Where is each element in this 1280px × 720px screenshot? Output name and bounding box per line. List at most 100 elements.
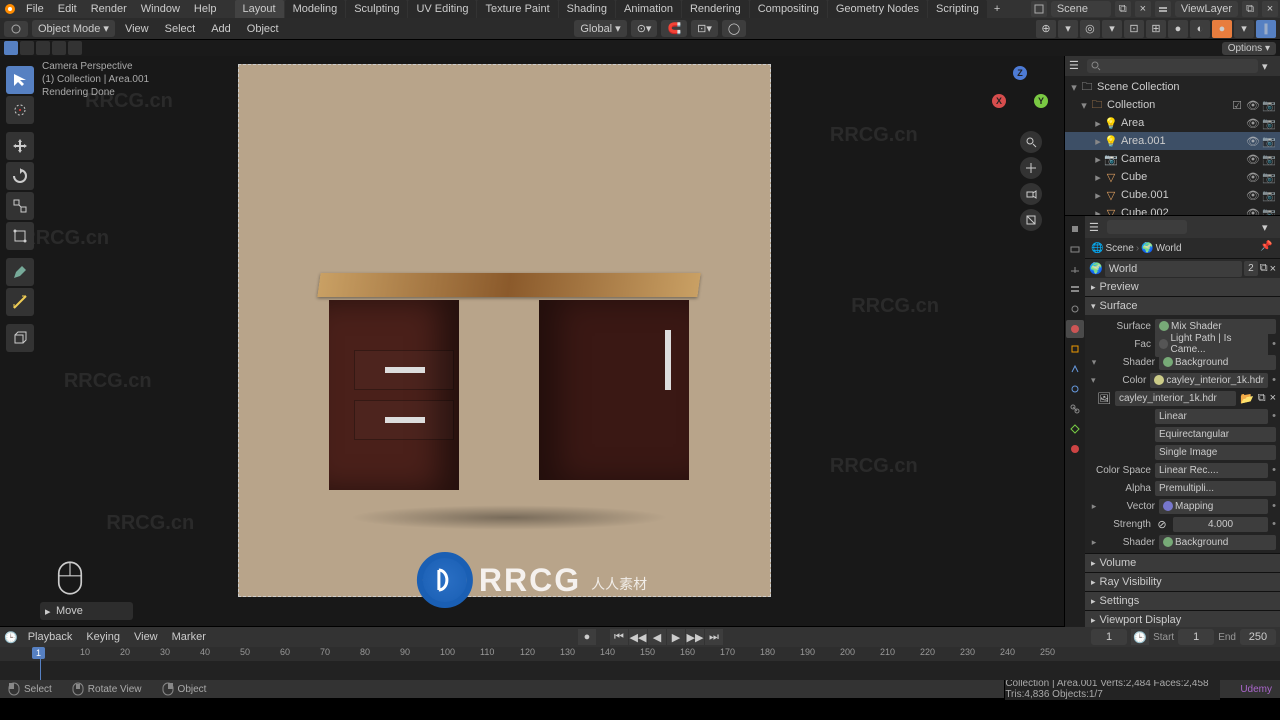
tool-scale[interactable]	[6, 192, 34, 220]
item-hide-toggle[interactable]: 👁	[1246, 170, 1260, 184]
select-mode-3[interactable]	[36, 41, 50, 55]
outliner-item[interactable]: ▸▽Cube👁📷	[1065, 168, 1280, 186]
render-pause-toggle[interactable]: ∥	[1256, 20, 1276, 38]
image-new-button[interactable]: ⧉	[1258, 392, 1266, 405]
workspace-shading[interactable]: Shading	[559, 0, 615, 18]
timeline-menu-view[interactable]: View	[130, 629, 162, 645]
prop-tab-physics[interactable]	[1066, 380, 1084, 398]
3d-viewport[interactable]: RRCG.cn RRCG.cn RRCG.cn RRCG.cn RRCG.cn …	[0, 56, 1064, 626]
section-ray visibility[interactable]: Ray Visibility	[1085, 573, 1280, 591]
tool-add-cube[interactable]	[6, 324, 34, 352]
prop-tab-output[interactable]	[1066, 260, 1084, 278]
workspace-geometry-nodes[interactable]: Geometry Nodes	[828, 0, 927, 18]
outliner-collection[interactable]: ▾ 🗀 Collection ☑ 👁 📷	[1065, 96, 1280, 114]
gizmo-toggle[interactable]: ⊕	[1036, 20, 1056, 38]
current-frame-field[interactable]: 1	[1091, 629, 1127, 645]
shading-wireframe[interactable]: ⊞	[1146, 20, 1166, 38]
item-disable-toggle[interactable]: 📷	[1262, 116, 1276, 130]
value-source[interactable]: Single Image	[1155, 445, 1276, 460]
shading-solid[interactable]: ●	[1168, 20, 1188, 38]
crumb-scene[interactable]: Scene	[1105, 243, 1133, 254]
menu-help[interactable]: Help	[188, 1, 223, 17]
outliner-filter-button[interactable]: ▾	[1262, 60, 1276, 73]
value-strength[interactable]: 4.000	[1173, 517, 1268, 532]
world-unlink-button[interactable]: ×	[1270, 263, 1276, 275]
timeline-menu-keying[interactable]: Keying	[82, 629, 124, 645]
world-new-button[interactable]: ⧉	[1260, 262, 1268, 275]
timeline-menu-marker[interactable]: Marker	[168, 629, 210, 645]
menu-render[interactable]: Render	[85, 1, 133, 17]
axis-z[interactable]: Z	[1013, 66, 1027, 80]
menu-window[interactable]: Window	[135, 1, 186, 17]
color-dot-icon[interactable]: •	[1272, 374, 1276, 386]
viewport-menu-object[interactable]: Object	[241, 21, 285, 37]
outliner-item[interactable]: ▸▽Cube.002👁📷	[1065, 204, 1280, 215]
scene-icon[interactable]	[1031, 1, 1047, 17]
jump-end-button[interactable]: ⏭	[705, 629, 723, 645]
section-surface[interactable]: Surface	[1085, 297, 1280, 315]
tool-select[interactable]	[6, 66, 34, 94]
properties-options-button[interactable]: ▾	[1262, 221, 1276, 234]
value-color[interactable]: cayley_interior_1k.hdr	[1150, 373, 1268, 388]
play-button[interactable]: ▶	[667, 629, 685, 645]
tool-annotate[interactable]	[6, 258, 34, 286]
crumb-world[interactable]: World	[1156, 243, 1182, 254]
section-preview[interactable]: Preview	[1085, 278, 1280, 296]
nav-persp[interactable]	[1020, 209, 1042, 231]
prop-tab-tool[interactable]	[1066, 220, 1084, 238]
menu-edit[interactable]: Edit	[52, 1, 83, 17]
viewport-menu-select[interactable]: Select	[159, 21, 202, 37]
collection-hide-toggle[interactable]: 👁	[1246, 98, 1260, 112]
workspace-scripting[interactable]: Scripting	[928, 0, 987, 18]
nav-pan[interactable]	[1020, 157, 1042, 179]
item-disable-toggle[interactable]: 📷	[1262, 188, 1276, 202]
workspace-animation[interactable]: Animation	[616, 0, 681, 18]
value-fac[interactable]: Light Path | Is Came...	[1155, 331, 1268, 357]
item-hide-toggle[interactable]: 👁	[1246, 188, 1260, 202]
viewlayer-new-button[interactable]: ⧉	[1242, 1, 1258, 17]
select-mode-5[interactable]	[68, 41, 82, 55]
play-reverse-button[interactable]: ◀	[648, 629, 666, 645]
outliner-scene-collection[interactable]: ▾ 🗀 Scene Collection	[1065, 78, 1280, 96]
world-name-field[interactable]: World	[1105, 261, 1242, 277]
scene-new-button[interactable]: ⧉	[1115, 1, 1131, 17]
workspace-compositing[interactable]: Compositing	[750, 0, 827, 18]
item-disable-toggle[interactable]: 📷	[1262, 152, 1276, 166]
jump-start-button[interactable]: ⏮	[610, 629, 628, 645]
shading-matprev[interactable]: ◐	[1190, 20, 1210, 38]
color-expand[interactable]: ▾	[1089, 375, 1098, 386]
image-browse-button[interactable]: 🖼	[1097, 392, 1111, 405]
overlays-toggle[interactable]: ◎	[1080, 20, 1100, 38]
prop-tab-data[interactable]	[1066, 420, 1084, 438]
item-disable-toggle[interactable]: 📷	[1262, 206, 1276, 215]
world-browse-button[interactable]: 🌍	[1089, 262, 1103, 275]
workspace-uv-editing[interactable]: UV Editing	[408, 0, 476, 18]
properties-type-icon[interactable]: ☰	[1089, 221, 1103, 234]
tool-transform[interactable]	[6, 222, 34, 250]
prop-tab-material[interactable]	[1066, 440, 1084, 458]
value-vector[interactable]: Mapping	[1159, 499, 1268, 514]
proportional-edit-toggle[interactable]: ◯	[722, 20, 746, 37]
viewlayer-name-field[interactable]: ViewLayer	[1175, 1, 1238, 17]
world-users[interactable]: 2	[1244, 261, 1258, 276]
item-hide-toggle[interactable]: 👁	[1246, 116, 1260, 130]
shader1-expand[interactable]: ▾	[1089, 357, 1099, 368]
workspace-modeling[interactable]: Modeling	[285, 0, 346, 18]
end-frame-field[interactable]: 250	[1240, 629, 1276, 645]
workspace-texture-paint[interactable]: Texture Paint	[477, 0, 557, 18]
prop-tab-constraints[interactable]	[1066, 400, 1084, 418]
item-hide-toggle[interactable]: 👁	[1246, 152, 1260, 166]
fac-dot-icon[interactable]: •	[1272, 338, 1276, 350]
value-interpolation[interactable]: Linear	[1155, 409, 1268, 424]
tool-cursor[interactable]	[6, 96, 34, 124]
outliner-search[interactable]	[1087, 59, 1258, 73]
value-shader2[interactable]: Background	[1159, 535, 1276, 550]
mode-dropdown[interactable]: Object Mode ▾	[32, 20, 115, 37]
image-open-button[interactable]: 📂	[1240, 392, 1254, 405]
orientation-dropdown[interactable]: Global ▾	[574, 20, 626, 37]
xray-toggle[interactable]: ⊡	[1124, 20, 1144, 38]
select-mode-box[interactable]	[4, 41, 18, 55]
value-colorspace[interactable]: Linear Rec....	[1155, 463, 1268, 478]
app-logo[interactable]	[2, 1, 18, 17]
outliner-tree[interactable]: ▾ 🗀 Scene Collection ▾ 🗀 Collection ☑ 👁 …	[1065, 76, 1280, 215]
